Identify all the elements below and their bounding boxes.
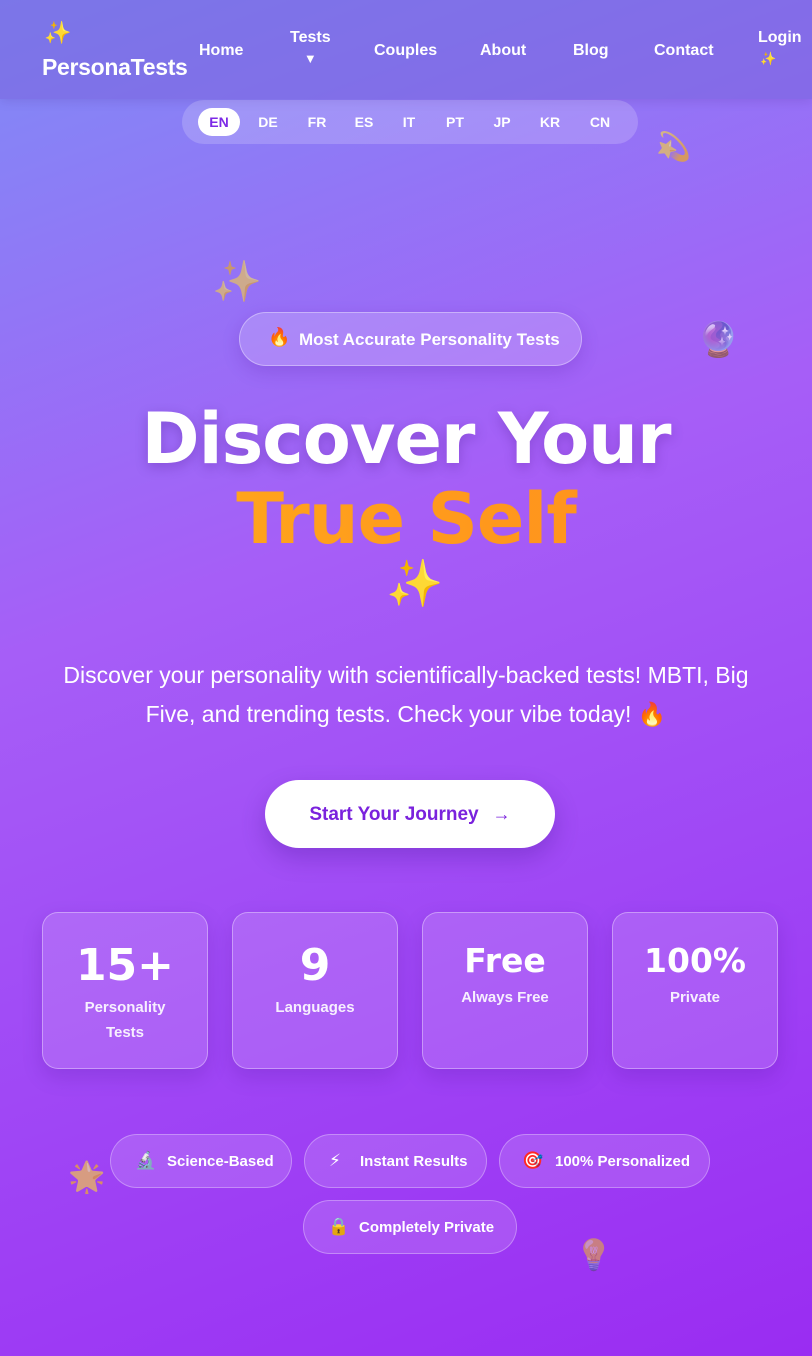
hero-badge-text: Most Accurate Personality Tests xyxy=(299,330,560,349)
star-icon: 🌟 xyxy=(68,1161,106,1194)
lang-jp[interactable]: JP xyxy=(481,108,523,136)
feature-label: Completely Private xyxy=(359,1219,495,1236)
lang-kr[interactable]: KR xyxy=(529,108,571,136)
nav-tests[interactable]: Tests ▼ xyxy=(290,29,331,66)
sparkles-icon: ✨ xyxy=(212,260,262,304)
target-icon: 🎯 xyxy=(522,1151,544,1170)
stat-value: 15+ xyxy=(75,940,175,991)
lock-icon: 🔒 xyxy=(328,1217,350,1236)
lang-es[interactable]: ES xyxy=(343,108,385,136)
dizzy-icon: 💫 xyxy=(656,131,691,162)
stat-value: 9 xyxy=(299,940,331,991)
lang-pt[interactable]: PT xyxy=(434,108,476,136)
lightning-icon: ⚡ xyxy=(329,1151,341,1170)
nav-login-label: Login xyxy=(758,29,802,46)
feature-pill-science: 🔬 Science-Based xyxy=(110,1134,292,1188)
logo[interactable]: PersonaTests xyxy=(42,54,188,81)
bulb-icon: 💡 xyxy=(575,1239,613,1272)
hero-title: Discover Your xyxy=(141,398,671,480)
crystal-ball-icon: 🔮 xyxy=(697,321,740,359)
stat-card: 100% Private xyxy=(612,912,778,1069)
sparkles-icon: ✨ xyxy=(386,557,444,609)
feature-pill-private: 🔒 Completely Private xyxy=(303,1200,517,1254)
feature-pill-personalized: 🎯 100% Personalized xyxy=(499,1134,710,1188)
stat-card: 15+ Personality Tests xyxy=(42,912,208,1069)
lang-en[interactable]: EN xyxy=(198,108,240,136)
nav-about[interactable]: About xyxy=(480,42,526,60)
stat-label: Personality Tests xyxy=(84,999,166,1041)
nav-home[interactable]: Home xyxy=(199,42,243,60)
feature-label: Instant Results xyxy=(360,1153,468,1170)
stat-label: Private xyxy=(669,989,721,1006)
stat-card: 9 Languages xyxy=(232,912,398,1069)
fire-icon: 🔥 xyxy=(268,327,291,347)
nav-tests-label: Tests xyxy=(290,29,331,46)
feature-label: Science-Based xyxy=(167,1153,274,1170)
nav-contact[interactable]: Contact xyxy=(654,42,714,60)
microscope-icon: 🔬 xyxy=(135,1151,157,1170)
start-journey-label: Start Your Journey xyxy=(309,804,479,825)
stat-label: Languages xyxy=(275,999,355,1016)
nav-couples[interactable]: Couples xyxy=(374,42,437,60)
lang-fr[interactable]: FR xyxy=(296,108,338,136)
stat-card: Free Always Free xyxy=(422,912,588,1069)
hero-title-highlight: True Self xyxy=(0,478,812,560)
lang-it[interactable]: IT xyxy=(388,108,430,136)
nav-blog[interactable]: Blog xyxy=(573,42,609,60)
hero-subtitle: Discover your personality with scientifi… xyxy=(63,662,749,727)
stat-value: 100% xyxy=(644,941,746,980)
feature-label: 100% Personalized xyxy=(555,1153,691,1170)
sparkles-icon: ✨ xyxy=(44,20,72,45)
start-journey-button[interactable]: Start Your Journey → xyxy=(265,780,555,848)
chevron-down-icon: ▼ xyxy=(303,51,317,66)
stat-value: Free xyxy=(464,941,546,980)
lang-cn[interactable]: CN xyxy=(579,108,621,136)
lang-de[interactable]: DE xyxy=(247,108,289,136)
nav-login[interactable]: Login ✨ xyxy=(758,29,802,67)
top-nav-bar: ✨ PersonaTests Home Tests ▼ Couples Abou… xyxy=(0,0,812,99)
arrow-right-icon: → xyxy=(492,804,511,824)
feature-pill-instant: ⚡ Instant Results xyxy=(304,1134,487,1188)
stat-label: Always Free xyxy=(461,989,549,1006)
sparkles-icon: ✨ xyxy=(760,51,777,66)
